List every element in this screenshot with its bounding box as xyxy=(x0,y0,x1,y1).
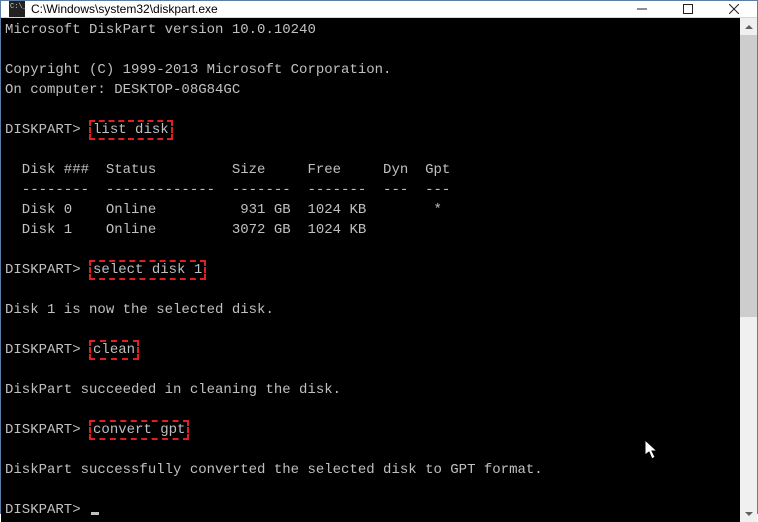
prompt: DISKPART> xyxy=(5,422,81,438)
command-clean: clean xyxy=(89,340,139,360)
message-convert-success: DiskPart successfully converted the sele… xyxy=(5,462,543,478)
app-icon xyxy=(9,1,25,17)
prompt: DISKPART> xyxy=(5,342,81,358)
disk-table-header: Disk ### Status Size Free Dyn Gpt xyxy=(5,162,450,178)
chevron-up-icon xyxy=(745,25,753,29)
command-select-disk: select disk 1 xyxy=(89,260,206,280)
minimize-button[interactable] xyxy=(619,1,665,17)
disk-table-row: Disk 1 Online 3072 GB 1024 KB xyxy=(5,222,366,238)
disk-table-divider: -------- ------------- ------- ------- -… xyxy=(5,182,450,198)
message-clean-success: DiskPart succeeded in cleaning the disk. xyxy=(5,382,341,398)
content-area: Microsoft DiskPart version 10.0.10240 Co… xyxy=(1,18,757,522)
window-controls xyxy=(619,1,757,17)
titlebar[interactable]: C:\Windows\system32\diskpart.exe xyxy=(1,1,757,18)
version-line: Microsoft DiskPart version 10.0.10240 xyxy=(5,22,316,38)
minimize-icon xyxy=(637,4,647,14)
close-icon xyxy=(729,4,739,14)
prompt: DISKPART> xyxy=(5,502,81,518)
prompt: DISKPART> xyxy=(5,122,81,138)
disk-table-row: Disk 0 Online 931 GB 1024 KB * xyxy=(5,202,442,218)
command-convert-gpt: convert gpt xyxy=(89,420,189,440)
window-title: C:\Windows\system32\diskpart.exe xyxy=(31,2,218,16)
terminal-output[interactable]: Microsoft DiskPart version 10.0.10240 Co… xyxy=(1,18,740,522)
computer-line: On computer: DESKTOP-08G84GC xyxy=(5,82,240,98)
scrollbar-thumb[interactable] xyxy=(740,35,757,317)
maximize-icon xyxy=(683,4,693,14)
copyright-line: Copyright (C) 1999-2013 Microsoft Corpor… xyxy=(5,62,391,78)
message-selected: Disk 1 is now the selected disk. xyxy=(5,302,274,318)
command-list-disk: list disk xyxy=(89,120,173,140)
prompt: DISKPART> xyxy=(5,262,81,278)
console-window: C:\Windows\system32\diskpart.exe M xyxy=(0,0,758,514)
scrollbar-track[interactable] xyxy=(740,35,757,505)
scroll-up-button[interactable] xyxy=(740,18,757,35)
close-button[interactable] xyxy=(711,1,757,17)
maximize-button[interactable] xyxy=(665,1,711,17)
vertical-scrollbar[interactable] xyxy=(740,18,757,522)
